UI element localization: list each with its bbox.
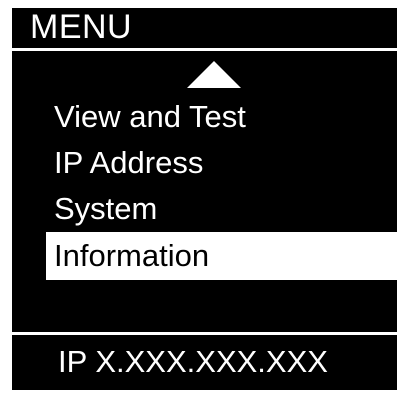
status-divider <box>12 332 397 335</box>
menu-item-information[interactable]: Information <box>46 232 397 280</box>
menu-item-ip-address[interactable]: IP Address <box>12 140 397 186</box>
title-divider <box>12 48 397 51</box>
menu-item-view-and-test[interactable]: View and Test <box>12 94 397 140</box>
menu-title: MENU <box>30 8 133 46</box>
lcd-menu-screen: MENU View and Test IP Address System Inf… <box>12 8 397 390</box>
up-arrow-icon[interactable] <box>187 61 241 88</box>
menu-list: View and Test IP Address System Informat… <box>12 94 397 280</box>
ip-status-text: IP X.XXX.XXX.XXX <box>58 344 328 379</box>
menu-item-system[interactable]: System <box>12 186 397 232</box>
